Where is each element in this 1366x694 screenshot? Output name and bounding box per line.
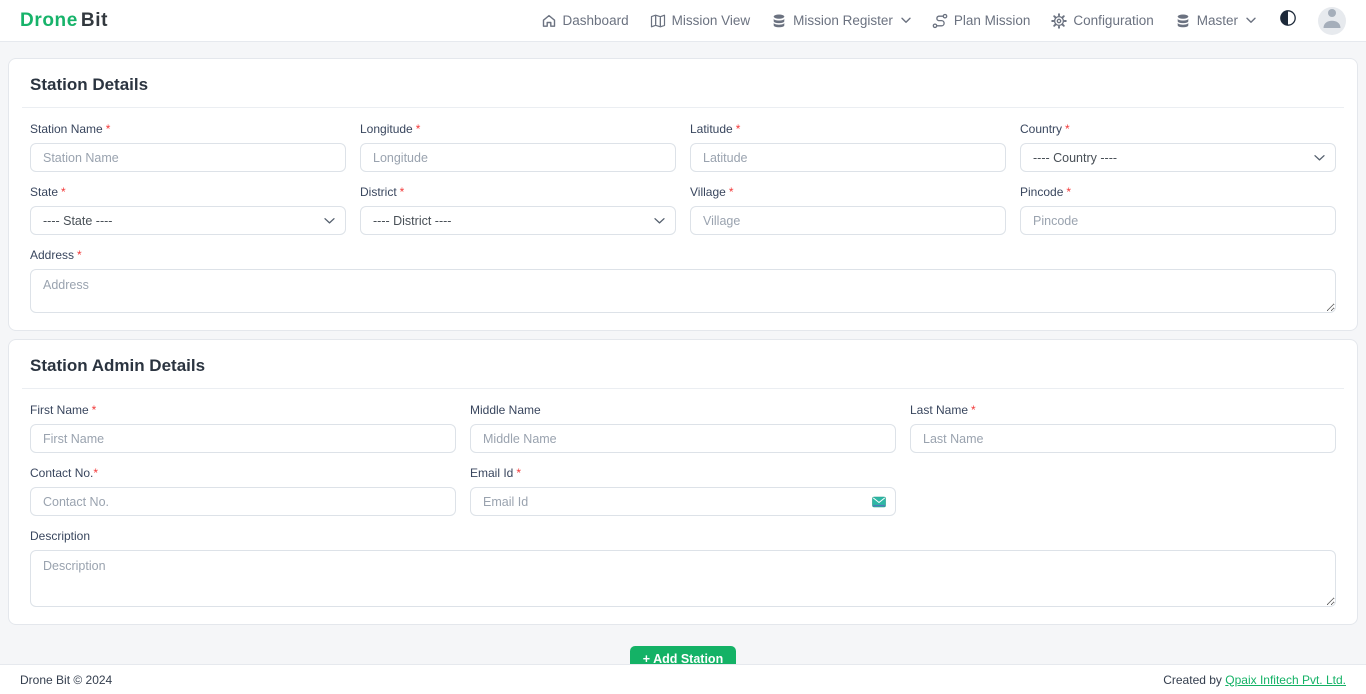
nav-item-dashboard[interactable]: Dashboard <box>541 13 629 29</box>
brand-logo-secondary: Bit <box>81 10 108 31</box>
field-district: District* ---- District ---- <box>360 185 676 235</box>
chevron-down-icon <box>901 17 911 24</box>
top-navbar: DroneBit Dashboard Mission View <box>0 0 1366 42</box>
email-id-label: Email Id* <box>470 466 896 480</box>
required-asterisk: * <box>92 403 97 417</box>
page-footer: Drone Bit © 2024 Created by Qpaix Infite… <box>0 664 1366 694</box>
address-textarea[interactable] <box>30 269 1336 313</box>
district-select[interactable]: ---- District ---- <box>360 206 676 235</box>
description-textarea[interactable] <box>30 550 1336 607</box>
brand-logo-primary: Drone <box>20 10 78 31</box>
gear-icon <box>1051 13 1067 29</box>
required-asterisk: * <box>1066 185 1071 199</box>
database-icon <box>771 13 787 29</box>
theme-toggle-button[interactable] <box>1279 9 1297 32</box>
route-icon <box>932 13 948 29</box>
field-station-name: Station Name* <box>30 122 346 172</box>
pincode-input[interactable] <box>1020 206 1336 235</box>
nav-item-configuration[interactable]: Configuration <box>1051 13 1153 29</box>
company-link[interactable]: Qpaix Infitech Pvt. Ltd. <box>1225 673 1346 687</box>
email-id-input[interactable] <box>470 487 896 516</box>
description-label: Description <box>30 529 1336 543</box>
required-asterisk: * <box>971 403 976 417</box>
nav-item-mission-view[interactable]: Mission View <box>650 13 751 29</box>
chevron-down-icon <box>1246 17 1256 24</box>
field-email-id: Email Id* <box>470 466 896 516</box>
required-asterisk: * <box>516 466 521 480</box>
field-description: Description <box>30 529 1336 607</box>
map-icon <box>650 13 666 29</box>
nav-item-label: Mission View <box>672 13 751 28</box>
nav-item-label: Master <box>1197 13 1238 28</box>
country-label: Country* <box>1020 122 1336 136</box>
middle-name-label: Middle Name <box>470 403 896 417</box>
brand-logo[interactable]: DroneBit <box>20 10 108 32</box>
contrast-icon <box>1279 9 1297 32</box>
field-last-name: Last Name* <box>910 403 1336 453</box>
required-asterisk: * <box>1065 122 1070 136</box>
pincode-label: Pincode* <box>1020 185 1336 199</box>
last-name-input[interactable] <box>910 424 1336 453</box>
station-name-input[interactable] <box>30 143 346 172</box>
field-longitude: Longitude* <box>360 122 676 172</box>
email-icon <box>872 496 886 507</box>
required-asterisk: * <box>400 185 405 199</box>
station-admin-details-title: Station Admin Details <box>22 352 1344 389</box>
first-name-input[interactable] <box>30 424 456 453</box>
field-contact-no: Contact No.* <box>30 466 456 516</box>
middle-name-input[interactable] <box>470 424 896 453</box>
required-asterisk: * <box>729 185 734 199</box>
longitude-input[interactable] <box>360 143 676 172</box>
required-asterisk: * <box>106 122 111 136</box>
station-admin-details-card: Station Admin Details First Name* Middle… <box>8 339 1358 625</box>
nav-item-mission-register[interactable]: Mission Register <box>771 13 911 29</box>
village-input[interactable] <box>690 206 1006 235</box>
contact-no-input[interactable] <box>30 487 456 516</box>
country-select[interactable]: ---- Country ---- <box>1020 143 1336 172</box>
station-details-title: Station Details <box>22 71 1344 108</box>
last-name-label: Last Name* <box>910 403 1336 417</box>
latitude-label: Latitude* <box>690 122 1006 136</box>
district-label: District* <box>360 185 676 199</box>
nav-item-label: Mission Register <box>793 13 893 28</box>
nav-item-label: Dashboard <box>563 13 629 28</box>
required-asterisk: * <box>736 122 741 136</box>
contact-no-label: Contact No.* <box>30 466 456 480</box>
nav-item-master[interactable]: Master <box>1175 13 1256 29</box>
field-first-name: First Name* <box>30 403 456 453</box>
footer-created-by: Created by <box>1163 673 1222 687</box>
first-name-label: First Name* <box>30 403 456 417</box>
field-address: Address* <box>30 248 1336 313</box>
nav-item-plan-mission[interactable]: Plan Mission <box>932 13 1031 29</box>
field-state: State* ---- State ---- <box>30 185 346 235</box>
field-pincode: Pincode* <box>1020 185 1336 235</box>
home-icon <box>541 13 557 29</box>
nav-item-label: Plan Mission <box>954 13 1031 28</box>
field-country: Country* ---- Country ---- <box>1020 122 1336 172</box>
field-latitude: Latitude* <box>690 122 1006 172</box>
required-asterisk: * <box>61 185 66 199</box>
latitude-input[interactable] <box>690 143 1006 172</box>
nav-menu: Dashboard Mission View Mission Regis <box>541 7 1346 35</box>
nav-item-label: Configuration <box>1073 13 1153 28</box>
station-name-label: Station Name* <box>30 122 346 136</box>
user-avatar[interactable] <box>1318 7 1346 35</box>
field-middle-name: Middle Name <box>470 403 896 453</box>
address-label: Address* <box>30 248 1336 262</box>
station-details-card: Station Details Station Name* Longitude*… <box>8 58 1358 331</box>
state-label: State* <box>30 185 346 199</box>
required-asterisk: * <box>93 466 98 480</box>
layers-icon <box>1175 13 1191 29</box>
longitude-label: Longitude* <box>360 122 676 136</box>
footer-copyright: Drone Bit © 2024 <box>20 673 112 687</box>
page-content: Station Details Station Name* Longitude*… <box>0 42 1366 672</box>
state-select[interactable]: ---- State ---- <box>30 206 346 235</box>
village-label: Village* <box>690 185 1006 199</box>
person-icon <box>1318 7 1346 35</box>
required-asterisk: * <box>77 248 82 262</box>
required-asterisk: * <box>416 122 421 136</box>
field-village: Village* <box>690 185 1006 235</box>
footer-credit: Created by Qpaix Infitech Pvt. Ltd. <box>1163 673 1346 687</box>
